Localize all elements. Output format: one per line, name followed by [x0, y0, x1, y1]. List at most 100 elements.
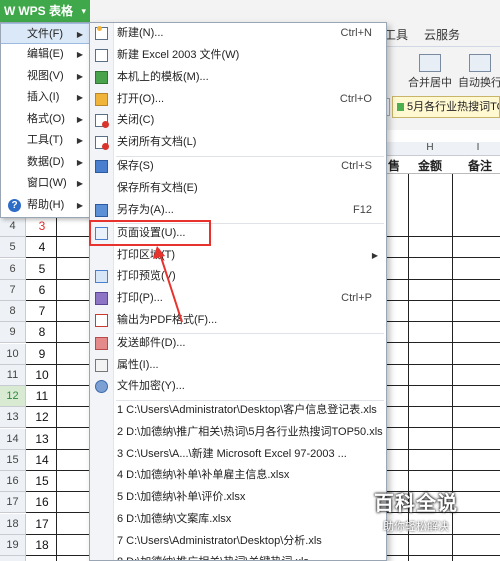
- menu-item-help[interactable]: ? 帮助(H) ▶: [1, 195, 89, 216]
- row-number[interactable]: 17: [0, 492, 26, 513]
- menu-item-view[interactable]: 视图(V) ▶: [1, 66, 89, 87]
- wps-logo-icon: W: [4, 4, 16, 18]
- menu-item-shortcut: Ctrl+N: [340, 27, 372, 39]
- recent-file-item[interactable]: 5 D:\加德纳\补单\评价.xlsx: [117, 487, 385, 508]
- save-as-icon: [95, 204, 108, 217]
- menu-item-send-mail[interactable]: 发送邮件(D)...: [90, 333, 386, 354]
- menu-item-window[interactable]: 窗口(W) ▶: [1, 173, 89, 194]
- menu-item-open[interactable]: 打开(O)... Ctrl+O: [90, 89, 386, 110]
- row-number[interactable]: 4: [0, 216, 26, 237]
- menu-item-label: 编辑(E): [27, 48, 64, 60]
- sequence-cell[interactable]: 13: [30, 429, 54, 449]
- row-number[interactable]: 5: [0, 237, 26, 258]
- recent-file-item[interactable]: 8 D:\加德纳\推广相关\热词\关键热词.xls: [117, 552, 385, 560]
- recent-file-item[interactable]: 7 C:\Users\Administrator\Desktop\分析.xls: [117, 531, 385, 552]
- menu-item-new-excel-2003[interactable]: 新建 Excel 2003 文件(W): [90, 45, 386, 66]
- sequence-cell[interactable]: 17: [30, 514, 54, 534]
- mail-icon: [95, 337, 108, 350]
- sequence-cell[interactable]: 11: [30, 386, 54, 406]
- column-letter-i[interactable]: I: [458, 142, 498, 153]
- row-number[interactable]: 19: [0, 535, 26, 556]
- header-cell-notes[interactable]: 备注: [468, 157, 492, 174]
- row-number[interactable]: 15: [0, 450, 26, 471]
- app-title: WPS 表格: [18, 4, 73, 18]
- row-number[interactable]: 11: [0, 365, 26, 386]
- sequence-cell[interactable]: 6: [30, 280, 54, 300]
- sequence-cell[interactable]: 15: [30, 471, 54, 491]
- menu-item-encrypt[interactable]: 文件加密(Y)...: [90, 376, 386, 397]
- sequence-cell[interactable]: 10: [30, 365, 54, 385]
- menu-item-label: 视图(V): [27, 70, 64, 82]
- menu-item-label: 工具(T): [27, 134, 64, 146]
- menu-item-export-pdf[interactable]: 输出为PDF格式(F)...: [90, 310, 386, 331]
- main-menu: 文件(F) ▶ 编辑(E) ▶ 视图(V) ▶ 插入(I) ▶ 格式(O) ▶ 工具(T)…: [0, 22, 90, 218]
- row-number[interactable]: 6: [0, 259, 26, 280]
- header-cell-sales[interactable]: 售: [388, 157, 400, 174]
- menu-item-label: 窗口(W): [27, 177, 67, 189]
- submenu-arrow-icon: ▶: [76, 30, 83, 39]
- menu-item-edit[interactable]: 编辑(E) ▶: [1, 44, 89, 65]
- sequence-cell[interactable]: 7: [30, 301, 54, 321]
- sequence-cell[interactable]: 3: [30, 216, 54, 236]
- menu-item-close-all[interactable]: 关闭所有文档(L): [90, 132, 386, 153]
- print-icon: [95, 292, 108, 305]
- wps-app-button[interactable]: W WPS 表格 ▾: [0, 0, 90, 22]
- sequence-cell[interactable]: 18: [30, 535, 54, 555]
- menu-item-shortcut: Ctrl+O: [339, 93, 372, 105]
- sequence-cell[interactable]: 8: [30, 322, 54, 342]
- row-number[interactable]: 12: [0, 386, 26, 407]
- merge-center-button[interactable]: 合并居中: [408, 54, 452, 90]
- document-tab[interactable]: 5月各行业热搜词TOP50.xls: [392, 96, 500, 118]
- menu-item-tools[interactable]: 工具(T) ▶: [1, 130, 89, 151]
- recent-file-item[interactable]: 3 C:\Users\A...\新建 Microsoft Excel 97-20…: [117, 444, 385, 465]
- sequence-cell[interactable]: 4: [30, 237, 54, 257]
- menu-item-label: 新建(N)...: [117, 27, 164, 39]
- sequence-cell[interactable]: 5: [30, 259, 54, 279]
- sequence-cell[interactable]: 16: [30, 492, 54, 512]
- menu-item-format[interactable]: 格式(O) ▶: [1, 109, 89, 130]
- menu-item-data[interactable]: 数据(D) ▶: [1, 152, 89, 173]
- menu-item-save-all[interactable]: 保存所有文档(E): [90, 178, 386, 199]
- menu-item-close[interactable]: 关闭(C): [90, 110, 386, 131]
- menu-item-insert[interactable]: 插入(I) ▶: [1, 87, 89, 108]
- submenu-arrow-icon: ▶: [371, 251, 378, 260]
- sequence-cell[interactable]: 12: [30, 407, 54, 427]
- column-letter-h[interactable]: H: [410, 142, 450, 153]
- menu-item-local-templates[interactable]: 本机上的模板(M)...: [90, 67, 386, 88]
- sequence-cell[interactable]: 9: [30, 344, 54, 364]
- ribbon-tab-tools[interactable]: 工具: [384, 26, 408, 43]
- submenu-arrow-icon: ▶: [76, 50, 83, 59]
- row-number[interactable]: 9: [0, 322, 26, 343]
- menu-item-label: 输出为PDF格式(F)...: [117, 314, 218, 326]
- menu-item-print-preview[interactable]: 打印预览(V): [90, 266, 386, 287]
- row-number[interactable]: 20: [0, 556, 26, 561]
- menu-item-print-area[interactable]: 打印区域(T) ▶: [90, 245, 386, 266]
- row-number[interactable]: 10: [0, 344, 26, 365]
- wrap-text-button[interactable]: 自动换行: [458, 54, 500, 90]
- menu-item-print[interactable]: 打印(P)... Ctrl+P: [90, 288, 386, 309]
- row-number[interactable]: 18: [0, 514, 26, 535]
- menu-item-label: 打印(P)...: [117, 292, 163, 304]
- menu-item-save-as[interactable]: 另存为(A)... F12: [90, 200, 386, 221]
- sequence-cell[interactable]: 14: [30, 450, 54, 470]
- menu-item-label: 属性(I)...: [117, 359, 159, 371]
- sequence-cell[interactable]: 19: [30, 556, 54, 561]
- row-number[interactable]: 7: [0, 280, 26, 301]
- ribbon-tab-cloud[interactable]: 云服务: [424, 26, 460, 43]
- menu-item-properties[interactable]: 属性(I)...: [90, 355, 386, 376]
- menu-item-file[interactable]: 文件(F) ▶: [1, 23, 89, 44]
- header-cell-amount[interactable]: 金额: [418, 157, 442, 174]
- menu-item-save[interactable]: 保存(S) Ctrl+S: [90, 156, 386, 177]
- row-number[interactable]: 14: [0, 429, 26, 450]
- menu-item-new[interactable]: 新建(N)... Ctrl+N: [90, 23, 386, 44]
- recent-file-item[interactable]: 2 D:\加德纳\推广相关\热词\5月各行业热搜词TOP50.xls: [117, 422, 385, 443]
- recent-file-item[interactable]: 1 C:\Users\Administrator\Desktop\客户信息登记表…: [117, 400, 385, 421]
- menu-item-shortcut: Ctrl+P: [341, 292, 372, 304]
- row-number[interactable]: 8: [0, 301, 26, 322]
- row-number[interactable]: 13: [0, 407, 26, 428]
- pdf-icon: [95, 314, 108, 327]
- help-icon: ?: [8, 199, 21, 212]
- row-number[interactable]: 16: [0, 471, 26, 492]
- recent-file-item[interactable]: 4 D:\加德纳\补单\补单雇主信息.xlsx: [117, 465, 385, 486]
- recent-file-item[interactable]: 6 D:\加德纳\文案库.xlsx: [117, 509, 385, 530]
